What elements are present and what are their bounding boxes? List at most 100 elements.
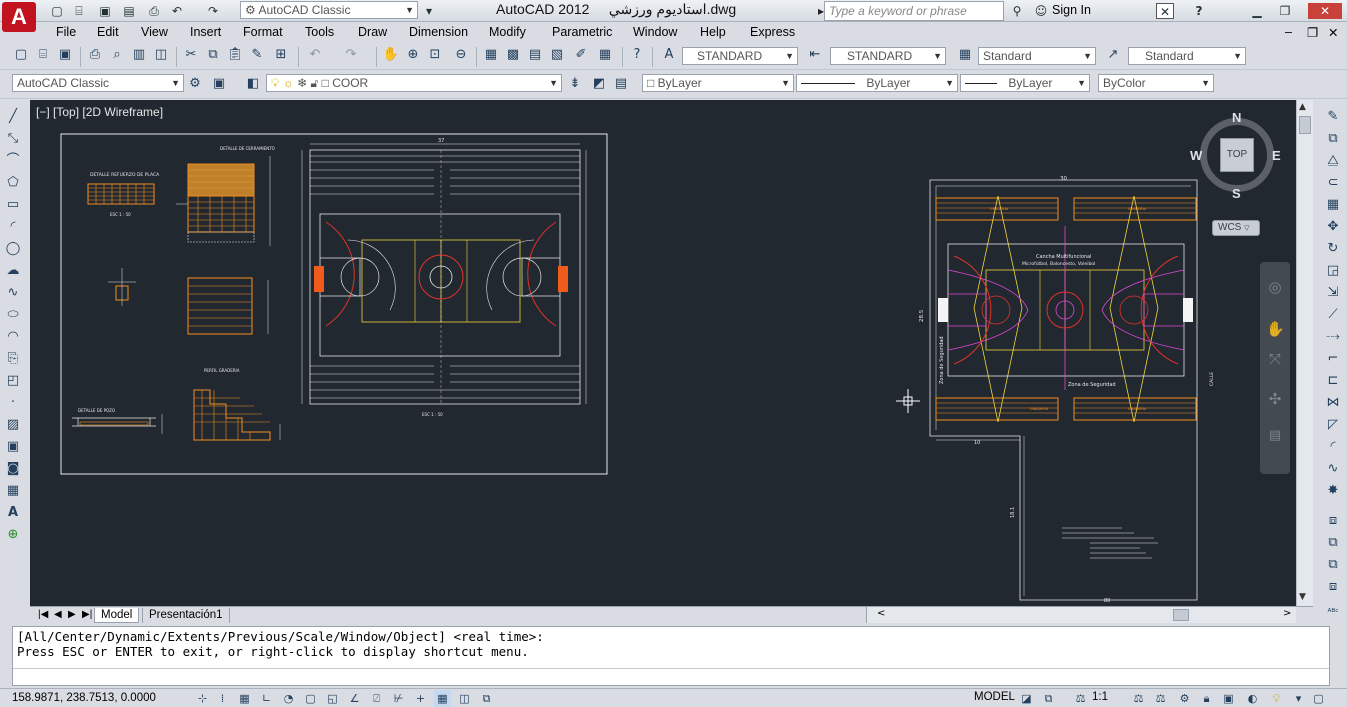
exchange-icon[interactable]: ✕ bbox=[1156, 3, 1174, 19]
object-snap-tracking-icon[interactable]: ∠ bbox=[346, 690, 363, 707]
layer-select[interactable]: 💡︎ ☼ ❄ 🔓︎ □ COOR ▼ bbox=[266, 74, 562, 92]
annotation-scale-value[interactable]: 1:1 bbox=[1092, 691, 1108, 703]
add-selected-icon[interactable]: ⊕ bbox=[4, 526, 22, 544]
chevron-right-icon[interactable]: > bbox=[1283, 608, 1291, 619]
offset-icon[interactable]: ⊂ bbox=[1324, 174, 1342, 192]
table-icon[interactable]: ▦ bbox=[4, 482, 22, 500]
quick-view-layouts-icon[interactable]: ◪ bbox=[1018, 690, 1035, 707]
mirror-icon[interactable]: ⧋ bbox=[1324, 152, 1342, 170]
workspace-select[interactable]: AutoCAD Classic ▼ bbox=[12, 74, 184, 92]
rectangle-icon[interactable]: ▭ bbox=[4, 196, 22, 214]
insert-block-icon[interactable]: ⎘ bbox=[4, 350, 22, 368]
dim-style-select[interactable]: STANDARD ▼ bbox=[830, 47, 946, 65]
menu-parametric[interactable]: Parametric bbox=[552, 25, 612, 39]
undo-icon[interactable]: ↶ bbox=[306, 46, 324, 64]
compass-north[interactable]: N bbox=[1232, 110, 1241, 125]
ellipse-arc-icon[interactable]: ◠ bbox=[4, 328, 22, 346]
polygon-icon[interactable]: ⬠ bbox=[4, 174, 22, 192]
scale-icon[interactable]: ◲ bbox=[1324, 262, 1342, 280]
annotation-visibility-icon[interactable]: ⚖ bbox=[1130, 690, 1147, 707]
drawing-canvas[interactable]: [−] [Top] [2D Wireframe] DETALLE REFUERZ… bbox=[30, 100, 1313, 606]
tab-model[interactable]: Model bbox=[94, 608, 140, 623]
compass-east[interactable]: E bbox=[1272, 148, 1281, 163]
zoom-window-icon[interactable]: ⊡ bbox=[426, 46, 444, 64]
search-input[interactable]: Type a keyword or phrase bbox=[824, 1, 1004, 21]
dim-style-icon[interactable]: ⇤ bbox=[806, 46, 824, 64]
lock-ui-icon[interactable]: 🔒︎ bbox=[1198, 690, 1215, 707]
zoom-realtime-icon[interactable]: ⊕ bbox=[404, 46, 422, 64]
help-icon[interactable]: ? bbox=[628, 46, 646, 64]
lineweight-select[interactable]: ByLayer ▼ bbox=[960, 74, 1090, 92]
open-file-icon[interactable]: ⌸ bbox=[70, 3, 88, 19]
chevron-left-icon[interactable]: < bbox=[877, 608, 885, 619]
compass-west[interactable]: W bbox=[1190, 148, 1202, 163]
pan-icon[interactable]: ✋ bbox=[1266, 320, 1285, 338]
fillet-icon[interactable]: ◜ bbox=[1324, 438, 1342, 456]
menu-modify[interactable]: Modify bbox=[489, 25, 526, 39]
properties-icon[interactable]: ▦ bbox=[482, 46, 500, 64]
isolate-objects-icon[interactable]: ◐ bbox=[1244, 690, 1261, 707]
polyline-icon[interactable]: ⌒ bbox=[4, 152, 22, 170]
viewcube-face[interactable]: TOP bbox=[1220, 138, 1254, 172]
workspace-switching-icon[interactable]: ⚙ bbox=[1176, 690, 1193, 707]
layer-previous-icon[interactable]: ◩ bbox=[590, 75, 608, 93]
viewcube[interactable]: TOP N S E W bbox=[1190, 110, 1281, 201]
vertical-scrollbar[interactable]: ▲ ▼ bbox=[1296, 100, 1313, 606]
compass-south[interactable]: S bbox=[1232, 186, 1241, 201]
scroll-thumb[interactable] bbox=[1299, 116, 1311, 134]
hatch-icon[interactable]: ▨ bbox=[4, 416, 22, 434]
restore-icon[interactable]: ❐ bbox=[1276, 3, 1294, 19]
paste-icon[interactable]: 📋︎ bbox=[226, 46, 244, 64]
menu-file[interactable]: File bbox=[56, 25, 76, 39]
send-back-icon[interactable]: ⧉ bbox=[1324, 556, 1342, 574]
text-style-select[interactable]: STANDARD ▼ bbox=[682, 47, 798, 65]
mleader-style-icon[interactable]: ↗ bbox=[1104, 46, 1122, 64]
plot-icon[interactable]: ⎙ bbox=[86, 46, 104, 64]
break-at-point-icon[interactable]: ⌐ bbox=[1324, 350, 1342, 368]
doc-minimize-icon[interactable]: – bbox=[1285, 25, 1292, 39]
undo-icon[interactable]: ↶ bbox=[168, 3, 186, 19]
text-front-icon[interactable]: ⧈ bbox=[1324, 578, 1342, 596]
redo-icon[interactable]: ↷ bbox=[342, 46, 360, 64]
hardware-acceleration-icon[interactable]: ▣ bbox=[1220, 690, 1237, 707]
dynamic-ucs-icon[interactable]: ⍁ bbox=[368, 690, 385, 707]
workspaces-icon[interactable]: ▣ bbox=[210, 75, 228, 93]
save-icon[interactable]: ▣ bbox=[56, 46, 74, 64]
menu-help[interactable]: Help bbox=[700, 25, 726, 39]
binoculars-icon[interactable]: ⚲ bbox=[1008, 3, 1026, 19]
design-center-icon[interactable]: ▩ bbox=[504, 46, 522, 64]
menu-insert[interactable]: Insert bbox=[190, 25, 221, 39]
abc-spell-icon[interactable]: ᴬᴮᶜ bbox=[1324, 604, 1342, 622]
command-input[interactable] bbox=[13, 668, 1329, 685]
zoom-previous-icon[interactable]: ⊖ bbox=[452, 46, 470, 64]
chamfer-icon[interactable]: ◸ bbox=[1324, 416, 1342, 434]
bring-front-icon[interactable]: ⧉ bbox=[1324, 534, 1342, 552]
clean-screen-icon[interactable]: ▢ bbox=[1310, 690, 1327, 707]
command-line[interactable]: [All/Center/Dynamic/Extents/Previous/Sca… bbox=[12, 626, 1330, 686]
annotation-scale-icon[interactable]: ⚖ bbox=[1072, 690, 1089, 707]
status-menu-icon[interactable]: ▾ bbox=[1290, 690, 1307, 707]
orbit-icon[interactable]: ✣ bbox=[1266, 390, 1284, 408]
multiline-text-icon[interactable]: A bbox=[4, 504, 22, 522]
match-properties-icon[interactable]: ✎ bbox=[248, 46, 266, 64]
menu-view[interactable]: View bbox=[141, 25, 168, 39]
menu-dimension[interactable]: Dimension bbox=[409, 25, 468, 39]
steering-wheel-icon[interactable]: ◎ bbox=[1266, 278, 1284, 296]
explode-icon[interactable]: ✸ bbox=[1324, 482, 1342, 500]
save-icon[interactable]: ▣ bbox=[96, 3, 114, 19]
ellipse-icon[interactable]: ⬭ bbox=[4, 306, 22, 324]
new-file-icon[interactable]: ▢ bbox=[48, 3, 66, 19]
menu-edit[interactable]: Edit bbox=[97, 25, 119, 39]
lightbulb-icon[interactable]: 💡︎ bbox=[1268, 690, 1285, 707]
print-icon[interactable]: ⎙ bbox=[145, 3, 163, 19]
line-icon[interactable]: ╱ bbox=[4, 108, 22, 126]
rotate-icon[interactable]: ↻ bbox=[1324, 240, 1342, 258]
block-editor-icon[interactable]: ⊞ bbox=[272, 46, 290, 64]
chevron-down-icon[interactable]: ▼ bbox=[1299, 592, 1306, 602]
pan-icon[interactable]: ✋ bbox=[382, 46, 400, 64]
transparency-icon[interactable]: ▦ bbox=[434, 690, 451, 707]
trim-icon[interactable]: ⟋ bbox=[1324, 306, 1342, 324]
menu-tools[interactable]: Tools bbox=[305, 25, 334, 39]
infer-constraints-icon[interactable]: ⊹ bbox=[194, 690, 211, 707]
spline-icon[interactable]: ∿ bbox=[4, 284, 22, 302]
